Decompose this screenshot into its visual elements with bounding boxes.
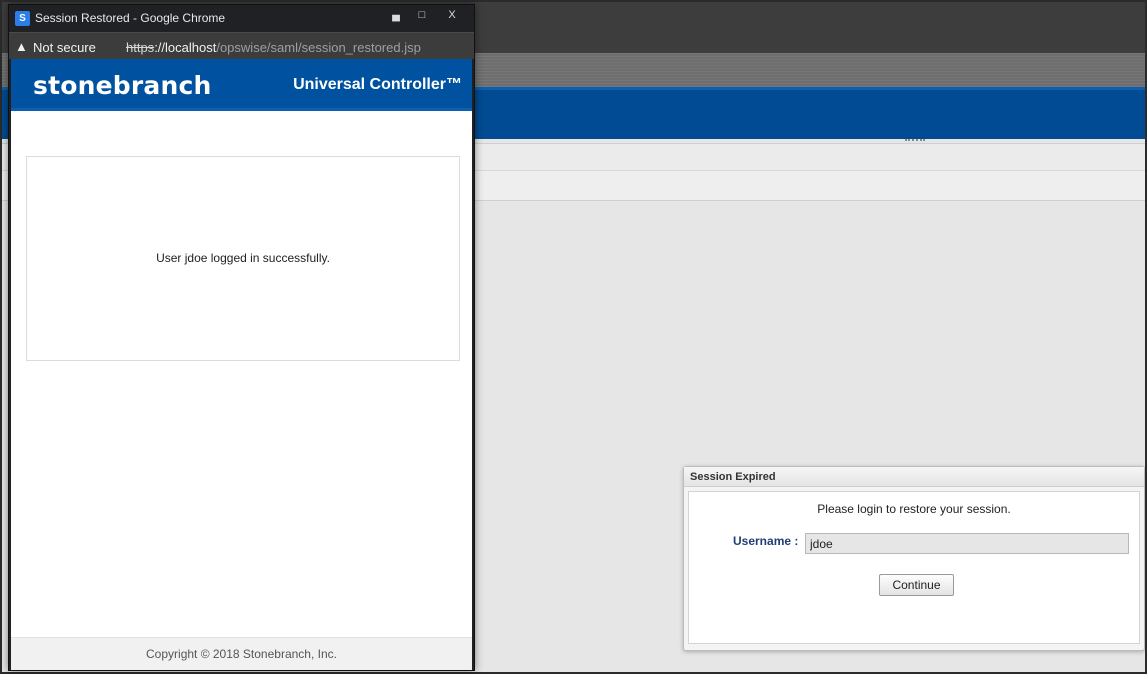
warning-icon[interactable]: ▲ xyxy=(15,39,28,54)
username-field[interactable] xyxy=(805,533,1129,554)
session-message: Please login to restore your session. xyxy=(817,502,1011,516)
address-bar[interactable]: ▲ Not secure https://localhost/opswise/s… xyxy=(9,32,474,59)
popup-header: stonebranch Universal Controller™ xyxy=(11,59,472,111)
username-label: Username : xyxy=(733,534,799,548)
security-indicator[interactable]: Not secure xyxy=(33,40,96,55)
product-name: Universal Controller™ xyxy=(293,76,462,93)
close-button[interactable]: X xyxy=(435,5,469,27)
copyright-footer: Copyright © 2018 Stonebranch, Inc. xyxy=(11,637,472,670)
session-expired-dialog: Session Expired Please login to restore … xyxy=(683,466,1145,651)
window-controls: ▄ □ X xyxy=(383,5,469,27)
url-path: /opswise/saml/session_restored.jsp xyxy=(216,40,421,55)
success-panel: User jdoe logged in successfully. xyxy=(26,156,460,361)
success-message: User jdoe logged in successfully. xyxy=(156,251,330,265)
dialog-title: Session Expired xyxy=(684,467,1144,487)
popup-titlebar[interactable]: S Session Restored - Google Chrome ▄ □ X xyxy=(9,5,474,32)
brand-logo: stonebranch xyxy=(33,71,212,100)
maximize-button[interactable]: □ xyxy=(409,5,435,27)
continue-button[interactable]: Continue xyxy=(879,574,954,596)
url-text[interactable]: https://localhost/opswise/saml/session_r… xyxy=(126,40,421,55)
session-restored-popup-window: S Session Restored - Google Chrome ▄ □ X… xyxy=(8,4,475,671)
window-title: Session Restored - Google Chrome xyxy=(35,11,226,25)
popup-page-content: stonebranch Universal Controller™ User j… xyxy=(11,59,472,670)
minimize-button[interactable]: ▄ xyxy=(383,5,409,27)
dialog-body: Please login to restore your session. Us… xyxy=(688,491,1140,644)
url-scheme: https xyxy=(126,40,155,55)
stonebranch-favicon-icon: S xyxy=(15,11,30,26)
url-host: ://localhost xyxy=(154,40,217,55)
